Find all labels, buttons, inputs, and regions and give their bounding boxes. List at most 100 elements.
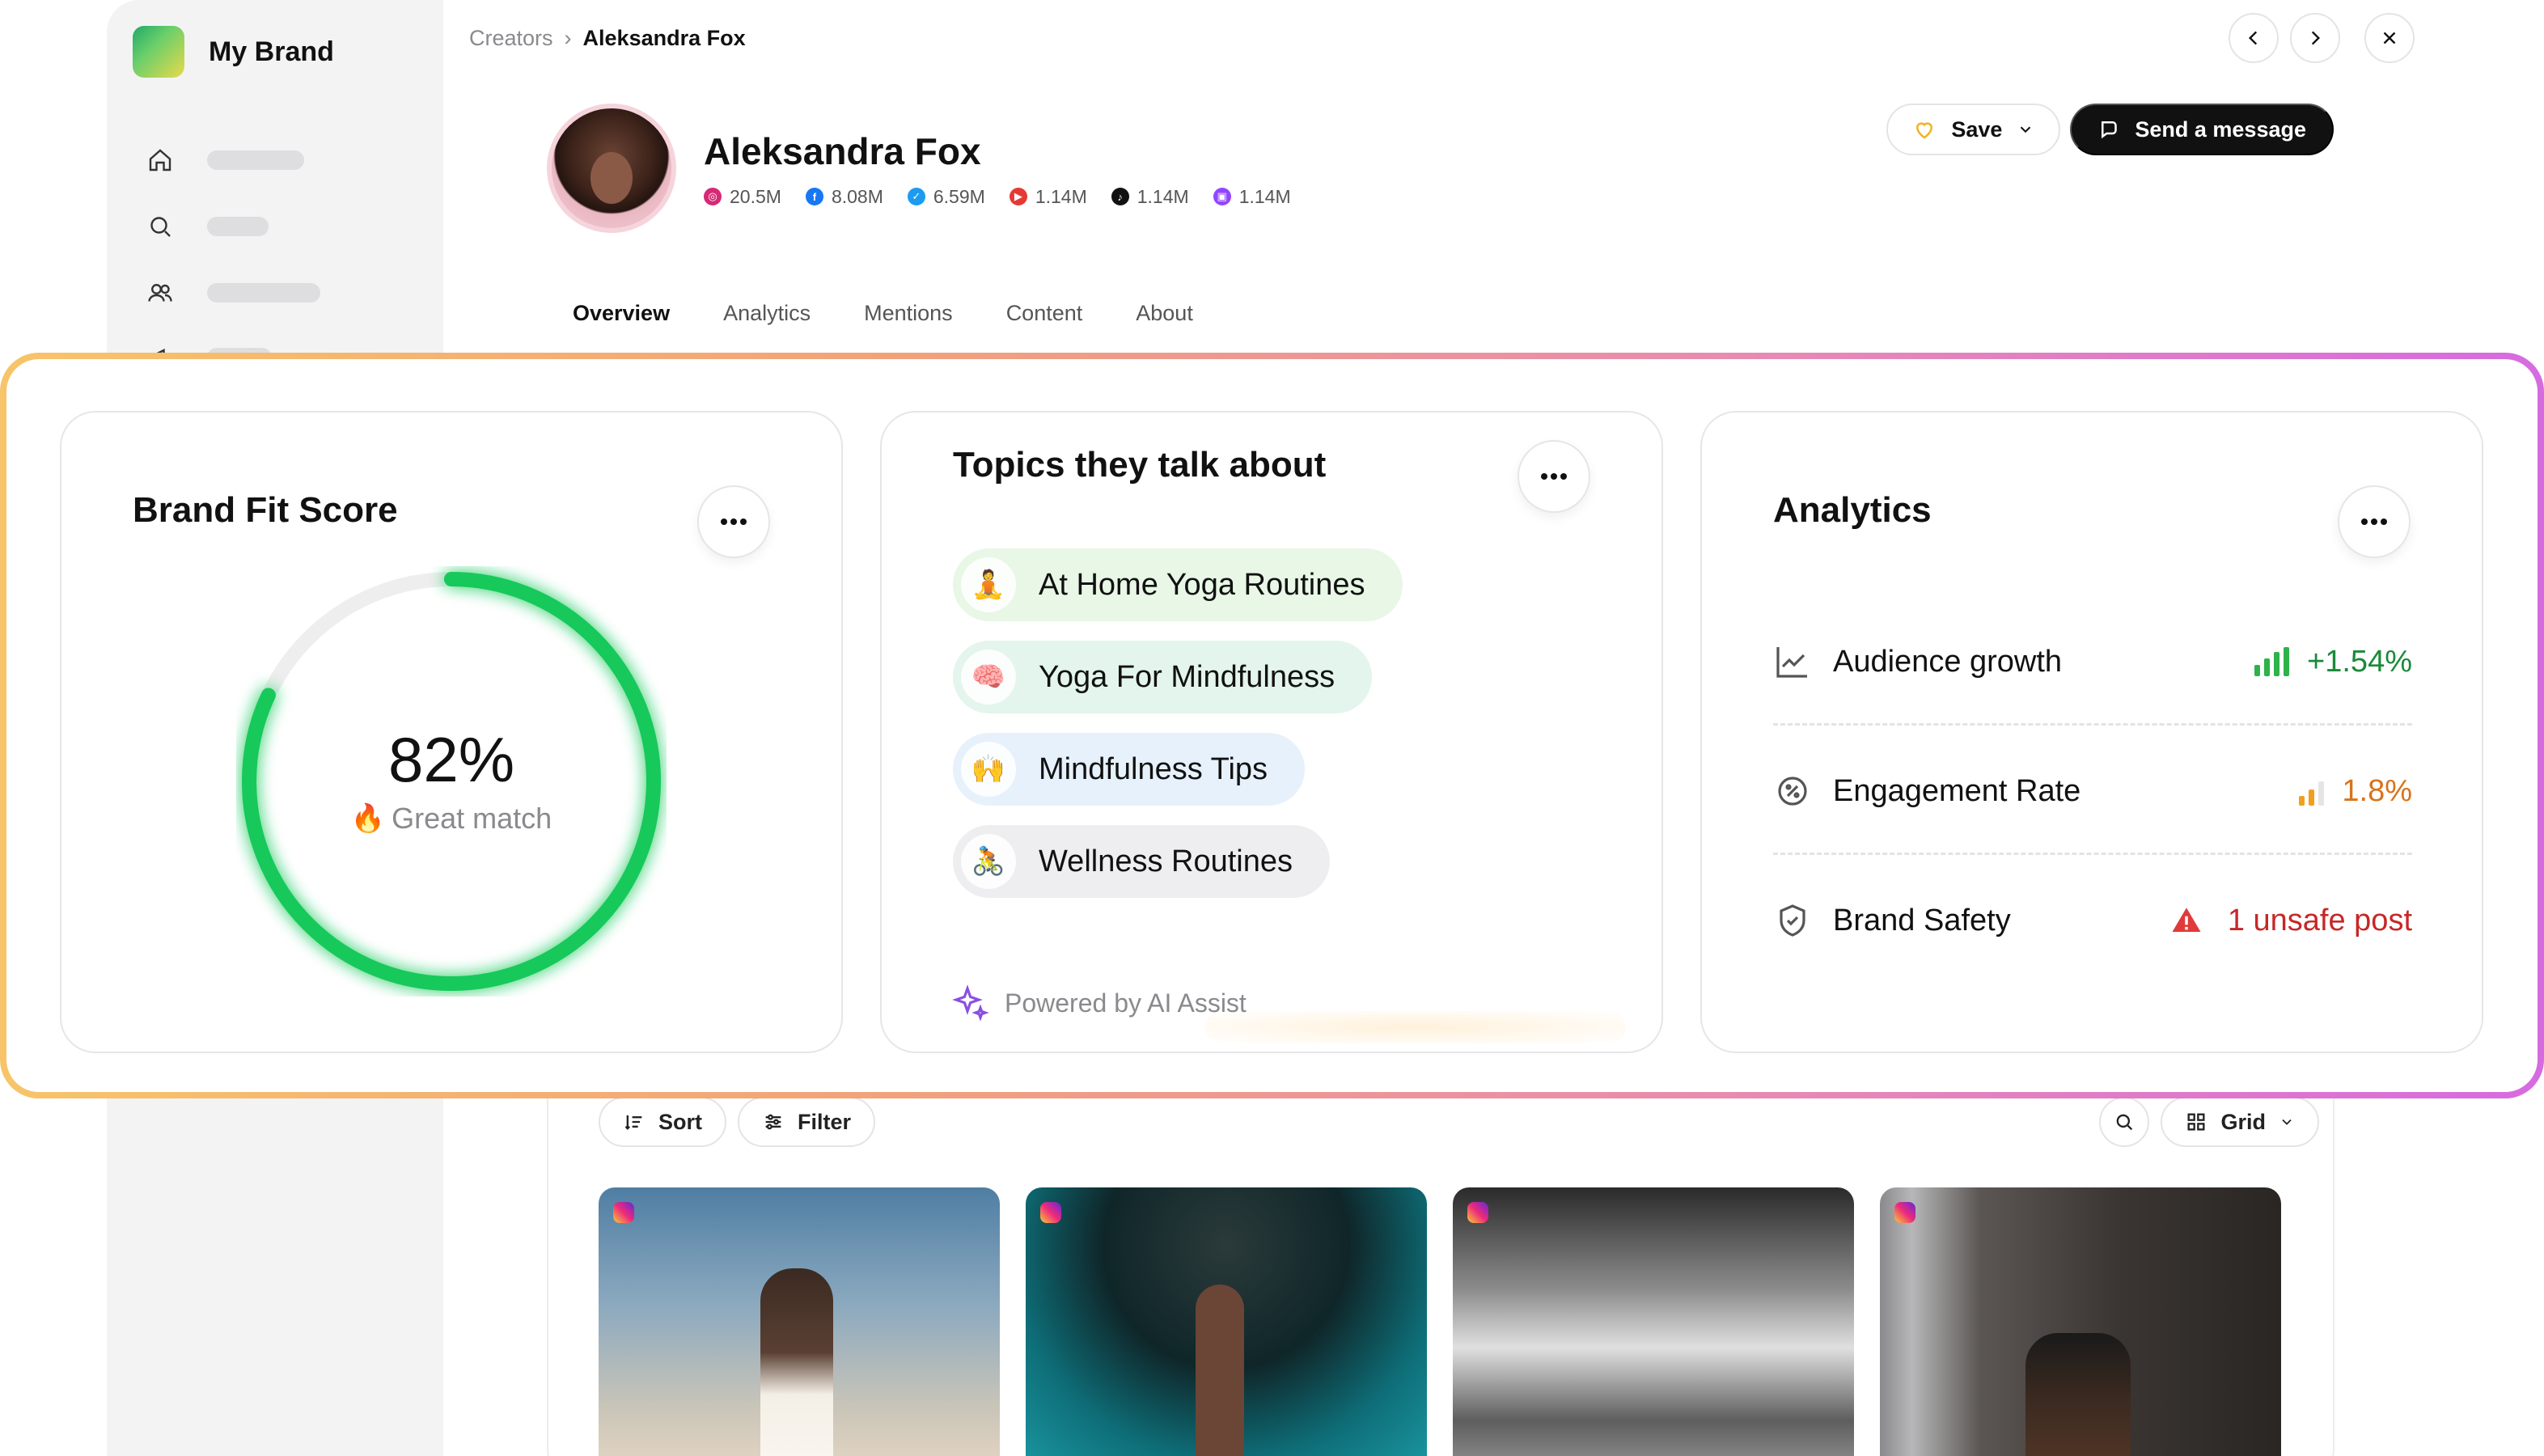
- topics-card: Topics they talk about 🧘At Home Yoga Rou…: [880, 411, 1663, 1053]
- chevron-down-icon: [2017, 121, 2034, 138]
- filter-label: Filter: [798, 1110, 851, 1135]
- close-button[interactable]: [2364, 13, 2415, 63]
- view-toggle-button[interactable]: Grid: [2161, 1097, 2319, 1147]
- metric-label: Audience growth: [1833, 645, 2254, 679]
- stat-twitch: ▣1.14M: [1213, 186, 1291, 208]
- warning-icon: [2169, 904, 2203, 938]
- instagram-icon: [1467, 1202, 1488, 1223]
- sort-icon: [623, 1111, 646, 1133]
- instagram-icon: [1040, 1202, 1061, 1223]
- topic-emoji-icon: 🧠: [961, 650, 1016, 705]
- tab-mentions[interactable]: Mentions: [864, 301, 953, 326]
- profile-info: Aleksandra Fox ◎20.5Mf8.08M✓6.59M▶1.14M♪…: [704, 129, 1291, 208]
- topic-chip[interactable]: 🙌 Mindfulness Tips: [953, 733, 1305, 806]
- stat-youtube: ▶1.14M: [1010, 186, 1087, 208]
- stat-value: 1.14M: [1035, 186, 1087, 208]
- brand-name: My Brand: [209, 36, 334, 68]
- posts-grid: [599, 1187, 2281, 1456]
- post-card[interactable]: [599, 1187, 1000, 1456]
- analytics-title: Analytics: [1773, 490, 1932, 531]
- stat-value: 8.08M: [832, 186, 883, 208]
- sort-button[interactable]: Sort: [599, 1097, 726, 1147]
- search-icon: [2113, 1111, 2136, 1133]
- metric-label: Brand Safety: [1833, 904, 2169, 938]
- breadcrumb-parent[interactable]: Creators: [469, 26, 553, 51]
- topic-label: At Home Yoga Routines: [1039, 568, 1365, 603]
- breadcrumb-current: Aleksandra Fox: [583, 26, 746, 51]
- creator-name: Aleksandra Fox: [704, 129, 1291, 173]
- content-search-button[interactable]: [2099, 1097, 2149, 1147]
- breadcrumb: Creators › Aleksandra Fox: [469, 26, 746, 51]
- topic-label: Yoga For Mindfulness: [1039, 660, 1335, 695]
- post-card[interactable]: [1453, 1187, 1854, 1456]
- sidebar-item-placeholder: [207, 283, 320, 303]
- trend-chart-icon: [1773, 642, 1812, 681]
- metric-brand-safety[interactable]: Brand Safety 1 unsafe post: [1773, 888, 2412, 953]
- tab-about[interactable]: About: [1136, 301, 1193, 326]
- powered-by-text: Powered by AI Assist: [1005, 988, 1247, 1018]
- twitter-icon: ✓: [908, 188, 925, 205]
- topic-list: 🧘 At Home Yoga Routines 🧠 Yoga For Mindfuln…: [953, 548, 1403, 898]
- post-card[interactable]: [1026, 1187, 1427, 1456]
- topic-emoji-icon: 🧘: [961, 557, 1016, 612]
- previous-button[interactable]: [2229, 13, 2279, 63]
- bars-high-icon: [2254, 647, 2289, 676]
- tab-overview[interactable]: Overview: [573, 301, 670, 326]
- stat-twitter: ✓6.59M: [908, 186, 985, 208]
- filter-icon: [762, 1111, 785, 1133]
- more-options-button[interactable]: [697, 485, 770, 558]
- brand[interactable]: My Brand: [133, 26, 334, 78]
- metric-label: Engagement Rate: [1833, 774, 2299, 809]
- stat-value: 1.14M: [1137, 186, 1189, 208]
- sidebar-item-users[interactable]: [146, 278, 320, 307]
- breadcrumb-separator: ›: [565, 26, 572, 51]
- home-icon: [146, 146, 175, 175]
- save-button[interactable]: Save: [1886, 104, 2060, 155]
- more-options-button[interactable]: [2338, 485, 2411, 558]
- stat-value: 1.14M: [1239, 186, 1291, 208]
- profile-actions: Save Send a message: [1886, 104, 2334, 155]
- sidebar-item-home[interactable]: [146, 146, 304, 175]
- send-message-button[interactable]: Send a message: [2070, 104, 2334, 155]
- creator-profile: Aleksandra Fox ◎20.5Mf8.08M✓6.59M▶1.14M♪…: [547, 104, 1291, 233]
- more-options-button[interactable]: [1518, 440, 1590, 513]
- bars-low-icon: [2299, 777, 2324, 806]
- message-icon: [2097, 117, 2122, 142]
- topic-chip[interactable]: 🧘 At Home Yoga Routines: [953, 548, 1403, 621]
- next-button[interactable]: [2290, 13, 2340, 63]
- topic-emoji-icon: 🙌: [961, 742, 1016, 797]
- metric-value: 1 unsafe post: [2228, 904, 2412, 938]
- tab-content[interactable]: Content: [1006, 301, 1083, 326]
- filter-button[interactable]: Filter: [738, 1097, 875, 1147]
- tab-analytics[interactable]: Analytics: [723, 301, 811, 326]
- close-icon: [2379, 28, 2400, 49]
- score-label: 🔥 Great match: [351, 802, 552, 836]
- highlight-inner: Brand Fit Score 82% 🔥 Great match: [6, 359, 2538, 1092]
- topic-chip[interactable]: 🧠 Yoga For Mindfulness: [953, 641, 1372, 713]
- avatar: [547, 104, 676, 233]
- brand-logo: [133, 26, 184, 78]
- highlight-frame: Brand Fit Score 82% 🔥 Great match: [0, 353, 2544, 1098]
- stat-instagram: ◎20.5M: [704, 186, 781, 208]
- divider: [1773, 853, 2412, 855]
- powered-by: Powered by AI Assist: [951, 984, 1247, 1022]
- metric-audience-growth[interactable]: Audience growth +1.54%: [1773, 629, 2412, 694]
- metric-engagement-rate[interactable]: Engagement Rate 1.8%: [1773, 759, 2412, 823]
- sidebar-item-placeholder: [207, 150, 304, 170]
- search-icon: [146, 212, 175, 241]
- topic-label: Mindfulness Tips: [1039, 752, 1268, 787]
- metric-value-group: 1.8%: [2299, 774, 2412, 809]
- post-card[interactable]: [1880, 1187, 2281, 1456]
- score-readout: 82% 🔥 Great match: [236, 566, 667, 997]
- percent-icon: [1773, 772, 1812, 811]
- score-value: 82%: [388, 723, 514, 797]
- users-icon: [146, 278, 175, 307]
- stat-tiktok: ♪1.14M: [1111, 186, 1189, 208]
- metric-value-group: +1.54%: [2254, 645, 2412, 679]
- sidebar-item-search[interactable]: [146, 212, 269, 241]
- topic-chip[interactable]: 🚴Wellness Routines: [953, 825, 1330, 898]
- more-horizontal-icon: [1538, 472, 1570, 481]
- instagram-icon: [1894, 1202, 1915, 1223]
- topic-emoji-icon: 🚴: [961, 834, 1016, 889]
- instagram-icon: ◎: [704, 188, 722, 205]
